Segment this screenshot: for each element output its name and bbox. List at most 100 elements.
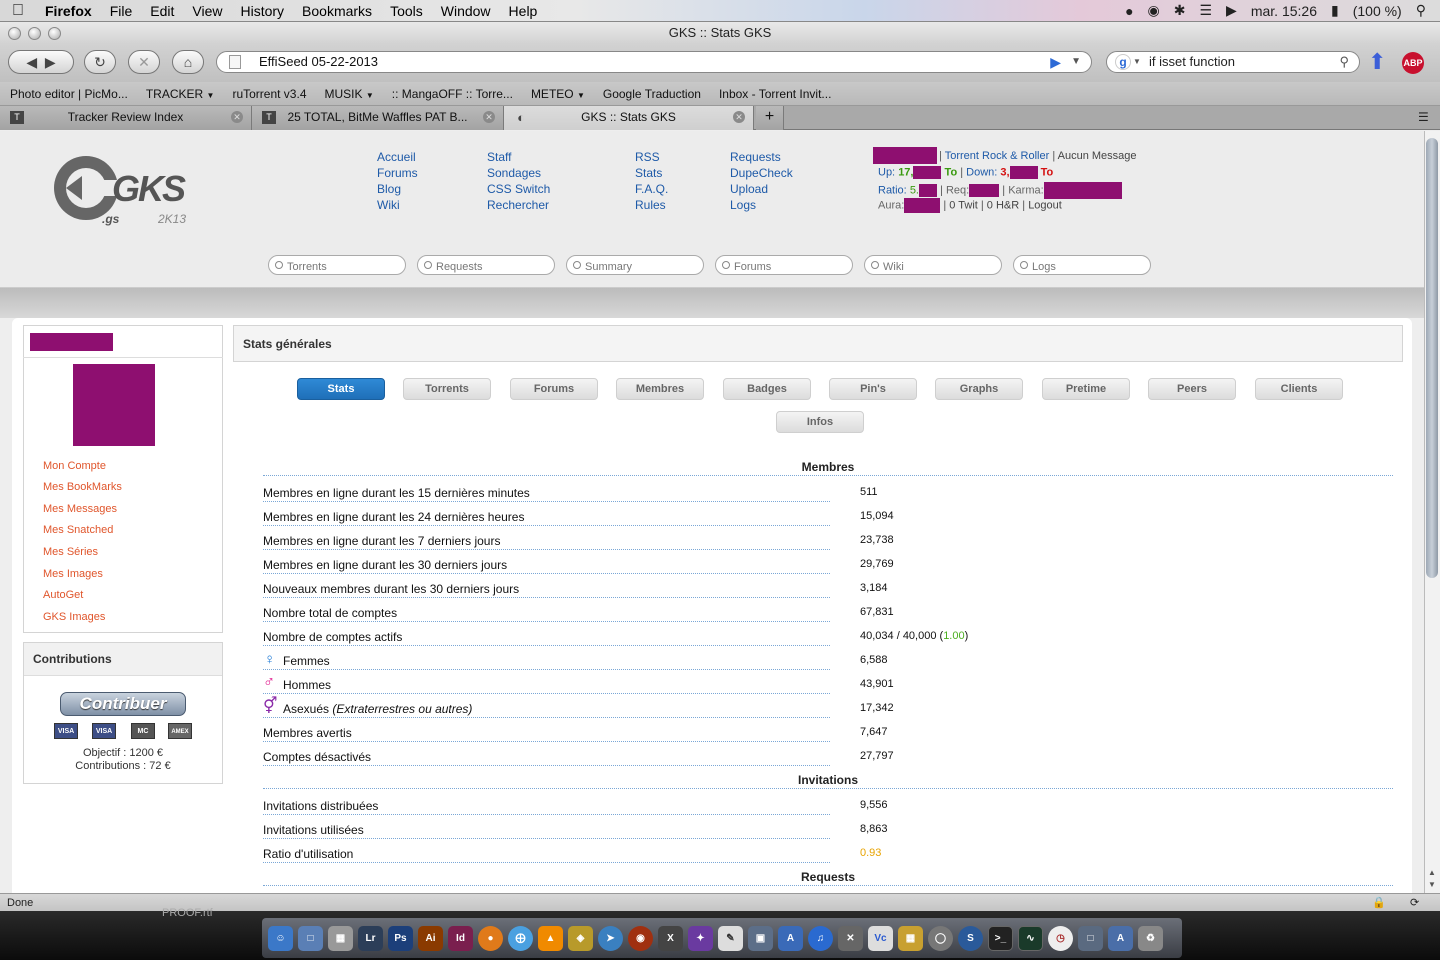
illustrator-icon[interactable]: Ai (418, 925, 443, 951)
desktop-file-label[interactable]: PROOF.rtf (162, 907, 213, 919)
upload-arrow-icon[interactable]: ⬆ (1368, 50, 1392, 74)
scroll-down-icon[interactable]: ▼ (1428, 880, 1436, 889)
itunes-icon[interactable]: ♫ (808, 925, 833, 951)
zoom-window-button[interactable] (48, 27, 61, 40)
xcode-icon[interactable]: ✕ (838, 925, 863, 951)
menu-file[interactable]: File (101, 3, 142, 19)
search-logs-input[interactable]: Logs (1013, 255, 1151, 275)
utility-icon[interactable]: ◈ (568, 925, 593, 951)
menu-tools[interactable]: Tools (381, 3, 432, 19)
indesign-icon[interactable]: Id (448, 925, 473, 951)
nav-css-switch[interactable]: CSS Switch (487, 182, 550, 196)
sidebar-messages[interactable]: Mes Messages (43, 503, 117, 515)
clock[interactable]: mar. 15:26 (1251, 3, 1317, 19)
url-bar[interactable]: EffiSeed 05-22-2013 ▶ ▼ (216, 51, 1092, 73)
menu-bookmarks[interactable]: Bookmarks (293, 3, 381, 19)
menu-view[interactable]: View (183, 3, 231, 19)
sidebar-mon-compte[interactable]: Mon Compte (43, 460, 106, 472)
nav-blog[interactable]: Blog (377, 182, 401, 196)
bookmark-item[interactable]: Inbox - Torrent Invit... (719, 87, 832, 101)
contribuer-button[interactable]: Contribuer (60, 692, 186, 716)
menu-edit[interactable]: Edit (141, 3, 183, 19)
site-logo[interactable]: GKS .gs 2K13 (48, 150, 198, 230)
search-engine-dropdown-icon[interactable]: ▼ (1133, 52, 1141, 72)
nav-dupecheck[interactable]: DupeCheck (730, 166, 793, 180)
sparkle-icon[interactable]: ✦ (688, 925, 713, 951)
nav-rss[interactable]: RSS (635, 150, 660, 164)
tab-tracker-review[interactable]: T Tracker Review Index ✕ (0, 106, 252, 130)
close-window-button[interactable] (8, 27, 21, 40)
nav-forums[interactable]: Forums (377, 166, 418, 180)
clock-app-icon[interactable]: ◷ (1048, 925, 1073, 951)
sync-app-icon[interactable]: S (958, 925, 983, 951)
volume-icon[interactable]: ▶ (1226, 2, 1237, 19)
close-tab-icon[interactable]: ✕ (231, 111, 243, 123)
lock-icon[interactable]: 🔒 (1372, 894, 1386, 912)
hr-link[interactable]: 0 H&R (987, 199, 1019, 211)
menu-window[interactable]: Window (432, 3, 500, 19)
folder-icon[interactable]: □ (1078, 925, 1103, 951)
calculator-icon[interactable]: ▦ (328, 925, 353, 951)
menu-help[interactable]: Help (500, 3, 547, 19)
bookmark-item[interactable]: Google Traduction (603, 87, 701, 101)
menu-history[interactable]: History (231, 3, 293, 19)
bluetooth-icon[interactable]: ✱ (1174, 2, 1186, 19)
tab-bitme[interactable]: T 25 TOTAL, BitMe Waffles PAT B... ✕ (252, 106, 504, 130)
nav-staff[interactable]: Staff (487, 150, 511, 164)
messages-link[interactable]: Aucun Message (1058, 150, 1137, 162)
bookmark-folder[interactable]: METEO ▼ (531, 87, 585, 101)
search-wiki-input[interactable]: Wiki (864, 255, 1002, 275)
bookmark-item[interactable]: Photo editor | PicMo... (10, 87, 128, 101)
nav-accueil[interactable]: Accueil (377, 150, 416, 164)
textedit-icon[interactable]: ✎ (718, 925, 743, 951)
new-tab-button[interactable]: + (756, 106, 784, 130)
tab-gks-stats[interactable]: ◐ GKS :: Stats GKS ✕ (504, 106, 754, 130)
search-icon[interactable]: ⚲ (1339, 52, 1349, 72)
nav-requests[interactable]: Requests (730, 150, 781, 164)
terminal-icon[interactable]: >_ (988, 925, 1013, 951)
nav-faq[interactable]: F.A.Q. (635, 182, 668, 196)
safari-icon[interactable]: ⨁ (508, 925, 533, 951)
bird-icon[interactable]: ➤ (598, 925, 623, 951)
scrollbar-thumb[interactable] (1426, 138, 1438, 578)
tab-badges[interactable]: Badges (723, 378, 811, 400)
tab-stats[interactable]: Stats (297, 378, 385, 400)
tab-pretime[interactable]: Pretime (1042, 378, 1130, 400)
sidebar-autoget[interactable]: AutoGet (43, 589, 83, 601)
applications-folder-icon[interactable]: A (1108, 925, 1133, 951)
sidebar-bookmarks[interactable]: Mes BookMarks (43, 481, 122, 493)
forward-icon[interactable]: ▶ (45, 54, 56, 71)
nav-logs[interactable]: Logs (730, 198, 756, 212)
back-icon[interactable]: ◀ (26, 54, 37, 71)
finder-icon[interactable]: ☺ (268, 925, 293, 951)
sync-icon[interactable]: ◉ (1148, 2, 1160, 19)
vlc-icon[interactable]: ▲ (538, 925, 563, 951)
nav-stats[interactable]: Stats (635, 166, 662, 180)
bookmark-item[interactable]: ruTorrent v3.4 (232, 87, 306, 101)
tab-forums[interactable]: Forums (510, 378, 598, 400)
menu-app[interactable]: Firefox (36, 3, 101, 19)
tab-torrents[interactable]: Torrents (403, 378, 491, 400)
url-dropdown-icon[interactable]: ▼ (1071, 52, 1081, 72)
tab-pins[interactable]: Pin's (829, 378, 917, 400)
sidebar-images[interactable]: Mes Images (43, 568, 103, 580)
close-tab-icon[interactable]: ✕ (733, 111, 745, 123)
sidebar-snatched[interactable]: Mes Snatched (43, 524, 113, 536)
tab-clients[interactable]: Clients (1255, 378, 1343, 400)
archive-icon[interactable]: ▦ (898, 925, 923, 951)
sidebar-gks-images[interactable]: GKS Images (43, 611, 105, 623)
apple-icon[interactable]:  (0, 2, 36, 20)
tab-list-icon[interactable]: ☰ (1418, 110, 1429, 124)
scroll-up-icon[interactable]: ▲ (1428, 868, 1436, 877)
search-torrents-input[interactable]: Torrents (268, 255, 406, 275)
battery-icon[interactable]: ▮ (1331, 2, 1339, 19)
search-box[interactable]: g ▼ if isset function ⚲ (1106, 51, 1360, 73)
x11-icon[interactable]: X (658, 925, 683, 951)
bookmark-folder[interactable]: MUSIK ▼ (325, 87, 374, 101)
sync-status-icon[interactable]: ⟳ (1410, 894, 1419, 912)
sidebar-series[interactable]: Mes Séries (43, 546, 98, 558)
home-button[interactable]: ⌂ (172, 50, 204, 74)
tab-infos[interactable]: Infos (776, 411, 864, 433)
photoshop-icon[interactable]: Ps (388, 925, 413, 951)
search-summary-input[interactable]: Summary (566, 255, 704, 275)
